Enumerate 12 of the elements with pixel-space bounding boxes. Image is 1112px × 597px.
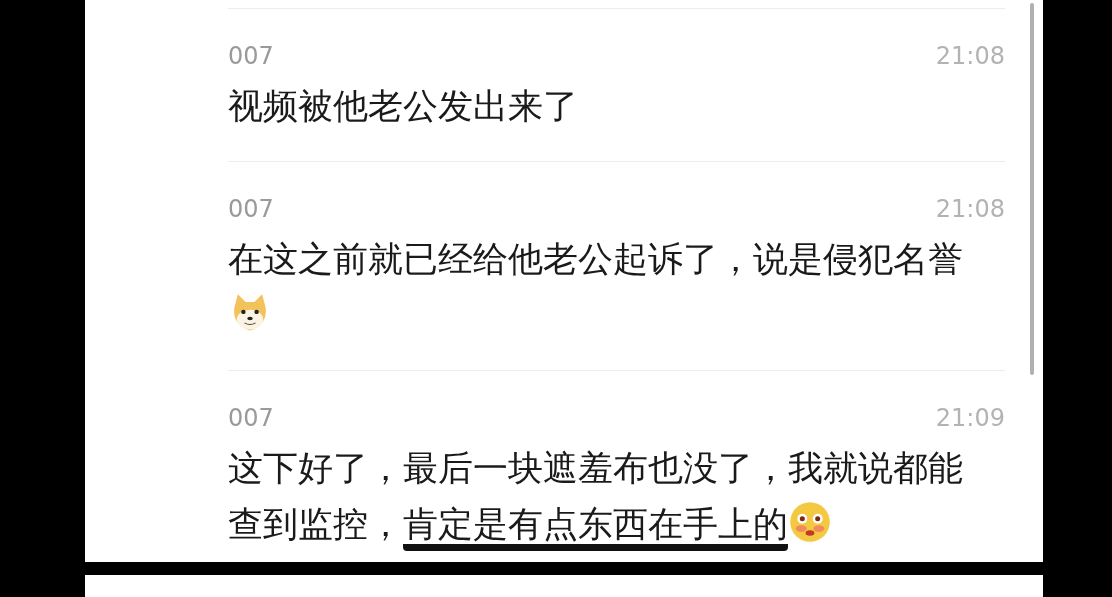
sender-name: 007 (228, 41, 274, 71)
flushed-face-icon (788, 500, 832, 544)
message-text: 这下好了，最后一块遮羞布也没了，我就说都能 (228, 448, 963, 488)
scrollbar[interactable] (1030, 3, 1034, 375)
message-text: 查到监控，肯定是有点东西在手上的 (228, 504, 788, 551)
message-time: 21:08 (935, 194, 1005, 224)
message-time: 21:09 (935, 403, 1005, 433)
message-text: 视频被他老公发出来了 (228, 86, 578, 126)
sender-name: 007 (228, 194, 274, 224)
sender-name: 007 (228, 403, 274, 433)
message-text: 在这之前就已经给他老公起诉了，说是侵犯名誉 (228, 239, 963, 279)
message-time: 21:08 (935, 41, 1005, 71)
